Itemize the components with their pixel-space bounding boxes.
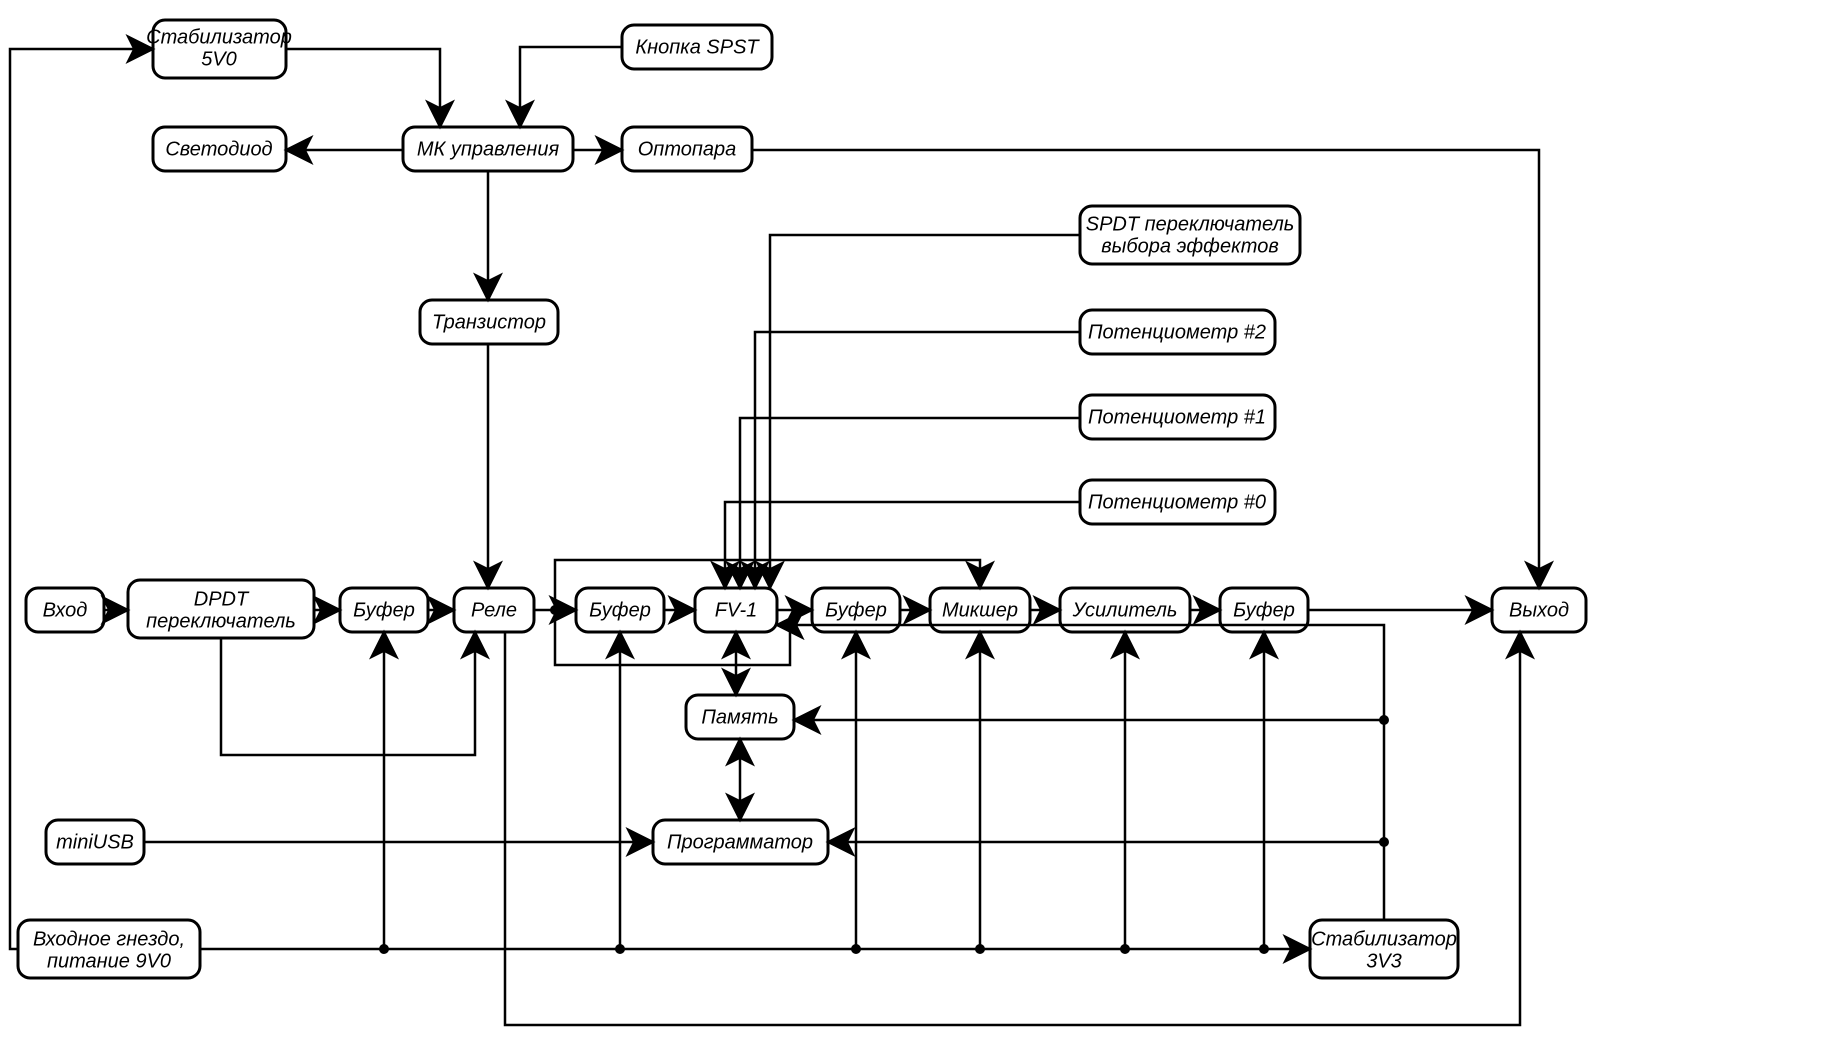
lbl-stab5v0-1: Стабилизатор xyxy=(146,26,292,48)
lbl-stab5v0-2: 5V0 xyxy=(201,48,237,70)
lbl-prog: Программатор xyxy=(667,831,813,853)
lbl-buf1: Буфер xyxy=(353,599,415,621)
lbl-buf4: Буфер xyxy=(1233,599,1295,621)
lbl-pot1: Потенциометр #1 xyxy=(1088,406,1266,428)
block-diagram: Стабилизатор 5V0 Кнопка SPST Светодиод М… xyxy=(0,0,1824,1058)
lbl-spdt-eff-2: выбора эффектов xyxy=(1101,235,1279,257)
lbl-relay: Реле xyxy=(471,599,517,621)
lbl-mcu: МК управления xyxy=(417,138,560,160)
edge-spst-mcu xyxy=(520,47,622,127)
lbl-spst: Кнопка SPST xyxy=(635,36,760,58)
edge-pot2-fv1 xyxy=(755,332,1080,588)
edge-pot0-fv1 xyxy=(725,502,1080,588)
lbl-opto: Оптопара xyxy=(638,138,737,160)
lbl-pwr9v-1: Входное гнездо, xyxy=(33,928,185,950)
lbl-dpdt-1: DPDT xyxy=(194,588,250,610)
edge-3v3-fv1 xyxy=(777,625,1384,920)
lbl-fv1: FV-1 xyxy=(715,599,758,621)
edge-spdteff-fv1 xyxy=(770,235,1080,588)
lbl-input: Вход xyxy=(43,599,88,621)
lbl-pwr9v-2: питание 9V0 xyxy=(47,950,171,972)
edge-dpdt-relay-bypass xyxy=(221,632,475,755)
lbl-stab3v3-2: 3V3 xyxy=(1366,950,1402,972)
lbl-led: Светодиод xyxy=(165,138,272,160)
lbl-stab3v3-1: Стабилизатор xyxy=(1311,928,1457,950)
lbl-pot0: Потенциометр #0 xyxy=(1088,491,1266,513)
lbl-mixer: Микшер xyxy=(942,599,1018,621)
lbl-spdt-eff-1: SPDT переключатель xyxy=(1086,213,1295,235)
lbl-amp: Усилитель xyxy=(1072,599,1178,621)
edge-stab5v0-mcu xyxy=(286,49,440,127)
lbl-dpdt-2: переключатель xyxy=(146,610,296,632)
lbl-pot2: Потенциометр #2 xyxy=(1088,321,1266,343)
edge-9v-stab5v0 xyxy=(10,49,153,949)
lbl-buf3: Буфер xyxy=(825,599,887,621)
lbl-miniusb: miniUSB xyxy=(56,831,134,853)
lbl-mem: Память xyxy=(701,706,778,728)
lbl-trans: Транзистор xyxy=(432,311,546,333)
lbl-buf2: Буфер xyxy=(589,599,651,621)
lbl-output: Выход xyxy=(1509,599,1569,621)
